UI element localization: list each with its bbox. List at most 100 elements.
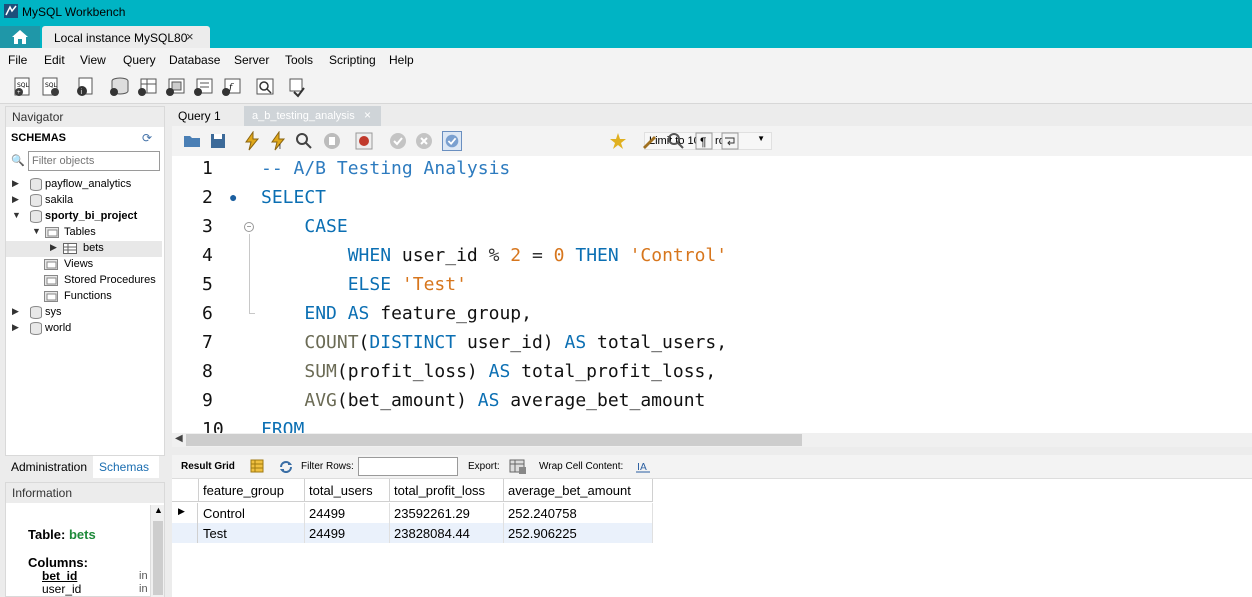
- menu-help[interactable]: Help: [389, 53, 414, 67]
- menu-scripting[interactable]: Scripting: [329, 53, 376, 67]
- menu-query[interactable]: Query: [123, 53, 156, 67]
- menu-view[interactable]: View: [80, 53, 106, 67]
- tree-item-sys[interactable]: ▶ sys: [12, 305, 162, 321]
- table-cell[interactable]: 23828084.44: [390, 523, 504, 543]
- open-sql-script-icon[interactable]: SQL: [40, 76, 62, 98]
- row-selector[interactable]: [172, 523, 198, 543]
- save-icon[interactable]: [208, 131, 228, 151]
- filter-rows-input[interactable]: [358, 457, 458, 476]
- refresh-icon[interactable]: ⟳: [142, 131, 152, 145]
- tree-item-world[interactable]: ▶ world: [12, 321, 162, 337]
- new-sql-tab-icon[interactable]: SQL+: [12, 76, 34, 98]
- tab-query-1[interactable]: Query 1: [172, 106, 242, 126]
- rollback-icon[interactable]: [414, 131, 434, 151]
- wrap-lines-icon[interactable]: [720, 131, 740, 151]
- stop-icon[interactable]: [322, 131, 342, 151]
- table-cell[interactable]: 252.240758: [504, 503, 653, 523]
- filter-objects-input[interactable]: [28, 151, 160, 171]
- table-row[interactable]: ▶ Control 24499 23592261.29 252.240758: [172, 503, 653, 523]
- tree-item-views[interactable]: Views: [44, 257, 162, 273]
- table-cell[interactable]: 252.906225: [504, 523, 653, 543]
- tree-item-sporty-bi-project[interactable]: ▼ sporty_bi_project: [12, 209, 162, 225]
- close-tab-icon[interactable]: ×: [364, 108, 371, 122]
- find-icon[interactable]: [666, 131, 686, 151]
- line-number: 2: [202, 187, 213, 208]
- create-table-icon[interactable]: [136, 76, 158, 98]
- column-header[interactable]: average_bet_amount: [504, 479, 653, 502]
- column-header[interactable]: total_users: [305, 479, 390, 502]
- wrap-cell-icon[interactable]: IA: [636, 460, 650, 473]
- table-cell[interactable]: 24499: [305, 503, 390, 523]
- svg-text:SQL: SQL: [45, 82, 58, 89]
- inspector-icon[interactable]: i: [74, 76, 96, 98]
- row-selector[interactable]: ▶: [172, 503, 198, 523]
- tree-item-bets[interactable]: ▶ bets: [6, 241, 162, 257]
- table-cell[interactable]: Test: [199, 523, 305, 543]
- menu-database[interactable]: Database: [169, 53, 220, 67]
- explain-icon[interactable]: [294, 131, 314, 151]
- tree-item-payflow-analytics[interactable]: ▶ payflow_analytics: [12, 177, 162, 193]
- open-folder-icon[interactable]: [182, 131, 202, 151]
- create-view-icon[interactable]: [164, 76, 186, 98]
- sql-editor[interactable]: 1 2 3 4 5 6 7 8 9 10 ● − -- A/B Testing …: [172, 156, 1252, 433]
- beautify-icon[interactable]: [640, 131, 660, 151]
- menu-edit[interactable]: Edit: [44, 53, 65, 67]
- scroll-up-icon[interactable]: ▲: [154, 505, 163, 515]
- collapse-icon[interactable]: ▼: [32, 226, 41, 236]
- info-column-name: user_id: [42, 582, 82, 596]
- reconnect-icon[interactable]: [286, 76, 308, 98]
- close-tab-icon[interactable]: ×: [186, 29, 194, 44]
- tree-item-label: Functions: [64, 290, 112, 302]
- expand-icon[interactable]: ▶: [50, 242, 57, 253]
- connection-tab[interactable]: Local instance MySQL80 ×: [42, 26, 210, 48]
- column-header[interactable]: total_profit_loss: [390, 479, 504, 502]
- scrollbar-thumb[interactable]: [153, 521, 163, 595]
- invisible-chars-icon[interactable]: ¶: [694, 131, 714, 151]
- info-scrollbar[interactable]: ▲: [150, 505, 164, 597]
- tree-item-tables[interactable]: ▼ Tables: [32, 225, 162, 241]
- create-schema-icon[interactable]: [108, 76, 130, 98]
- fold-icon[interactable]: −: [244, 222, 254, 232]
- expand-icon[interactable]: ▶: [12, 306, 19, 317]
- editor-horizontal-scrollbar[interactable]: ◀: [172, 433, 1252, 447]
- expand-icon[interactable]: ▶: [12, 322, 19, 333]
- line-number: 8: [202, 361, 213, 382]
- tree-item-stored-procedures[interactable]: Stored Procedures: [44, 273, 162, 289]
- result-grid-label[interactable]: Result Grid: [181, 461, 235, 472]
- search-table-data-icon[interactable]: [254, 76, 276, 98]
- table-cell[interactable]: 23592261.29: [390, 503, 504, 523]
- menu-tools[interactable]: Tools: [285, 53, 313, 67]
- refresh-icon[interactable]: [278, 459, 294, 475]
- line-number: 7: [202, 332, 213, 353]
- autocommit-icon[interactable]: [442, 131, 462, 151]
- expand-icon[interactable]: ▶: [12, 178, 19, 189]
- scroll-left-icon[interactable]: ◀: [175, 433, 183, 444]
- execute-icon[interactable]: [242, 131, 262, 151]
- execute-current-icon[interactable]: I: [268, 131, 288, 151]
- tree-item-functions[interactable]: Functions: [44, 289, 162, 305]
- collapse-icon[interactable]: ▼: [12, 210, 21, 220]
- table-cell[interactable]: 24499: [305, 523, 390, 543]
- create-procedure-icon[interactable]: [192, 76, 214, 98]
- grid-view-icon[interactable]: [250, 459, 264, 473]
- tab-administration[interactable]: Administration: [11, 460, 87, 474]
- expand-icon[interactable]: ▶: [12, 194, 19, 205]
- table-cell[interactable]: Control: [199, 503, 305, 523]
- home-button[interactable]: [0, 26, 40, 48]
- menu-file[interactable]: File: [8, 53, 27, 67]
- table-row[interactable]: Test 24499 23828084.44 252.906225: [172, 523, 653, 543]
- create-function-icon[interactable]: f: [220, 76, 242, 98]
- tree-item-label: sakila: [45, 194, 74, 206]
- scrollbar-thumb[interactable]: [186, 434, 802, 446]
- code-line: WHEN user_id % 2 = 0 THEN 'Control': [347, 245, 728, 266]
- column-header[interactable]: feature_group: [199, 479, 305, 502]
- menu-server[interactable]: Server: [234, 53, 269, 67]
- add-snippet-icon[interactable]: [608, 131, 628, 151]
- tab-schemas[interactable]: Schemas: [93, 456, 159, 478]
- export-icon[interactable]: [509, 458, 527, 475]
- toggle-error-icon[interactable]: [354, 131, 374, 151]
- tree-item-sakila[interactable]: ▶ sakila: [12, 193, 162, 209]
- database-icon: [30, 210, 42, 223]
- commit-icon[interactable]: [388, 131, 408, 151]
- tab-a-b-testing-analysis[interactable]: a_b_testing_analysis ×: [244, 106, 381, 126]
